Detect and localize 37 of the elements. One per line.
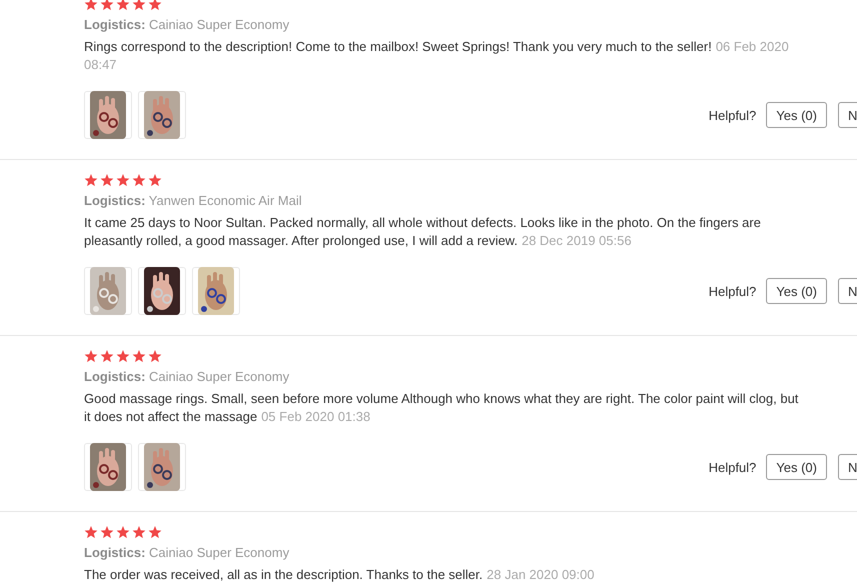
helpful-label: Helpful? [708, 460, 756, 474]
star-icon [148, 0, 162, 11]
star-icon [84, 174, 98, 187]
no-button[interactable]: N [838, 102, 857, 128]
star-icon [132, 526, 146, 539]
star-icon [132, 0, 146, 11]
no-button[interactable]: N [838, 278, 857, 304]
yes-button[interactable]: Yes (0) [766, 278, 827, 304]
star-icon [100, 350, 114, 363]
star-icon [116, 526, 130, 539]
star-icon [132, 174, 146, 187]
star-icon [148, 174, 162, 187]
star-icon [100, 526, 114, 539]
helpful-label: Helpful? [708, 284, 756, 298]
no-button[interactable]: N [838, 454, 857, 480]
star-icon [116, 0, 130, 11]
star-icon [100, 174, 114, 187]
review-text: The order was received, all as in the description. Thanks to the seller. 28 Jan 2020 09:00 [84, 566, 596, 584]
star-icon [116, 174, 130, 187]
review-text: Good massage rings. Small, seen before more volume Although who knows what they are right. The color paint will clog, but it does not affect the massage 05 Feb 2020 01:38 [84, 390, 799, 426]
logistics-info: Logistics: Cainiao Super Economy [84, 368, 290, 385]
star-icon [132, 350, 146, 363]
yes-button[interactable]: Yes (0) [766, 102, 827, 128]
logistics-info: Logistics: Cainiao Super Economy [84, 544, 290, 561]
star-icon [116, 350, 130, 363]
star-icon [84, 526, 98, 539]
star-icon [84, 0, 98, 11]
logistics-info: Logistics: Yanwen Economic Air Mail [84, 192, 302, 209]
review-text: It came 25 days to Noor Sultan. Packed normally, all whole without defects. Looks like in the photo. On the fingers are pleasantly rolled, a good massager. After prolonged use, I will add a review. 28 Dec 2019 05:56 [84, 214, 762, 250]
star-icon [148, 350, 162, 363]
review-text: Rings correspond to the description! Come to the mailbox! Sweet Springs! Thank you very much to the seller! 06 Feb 2020 08:47 [84, 38, 790, 74]
star-icon [100, 0, 114, 11]
logistics-info: Logistics: Cainiao Super Economy [84, 16, 290, 33]
helpful-label: Helpful? [708, 108, 756, 122]
star-icon [84, 350, 98, 363]
yes-button[interactable]: Yes (0) [766, 454, 827, 480]
star-icon [148, 526, 162, 539]
